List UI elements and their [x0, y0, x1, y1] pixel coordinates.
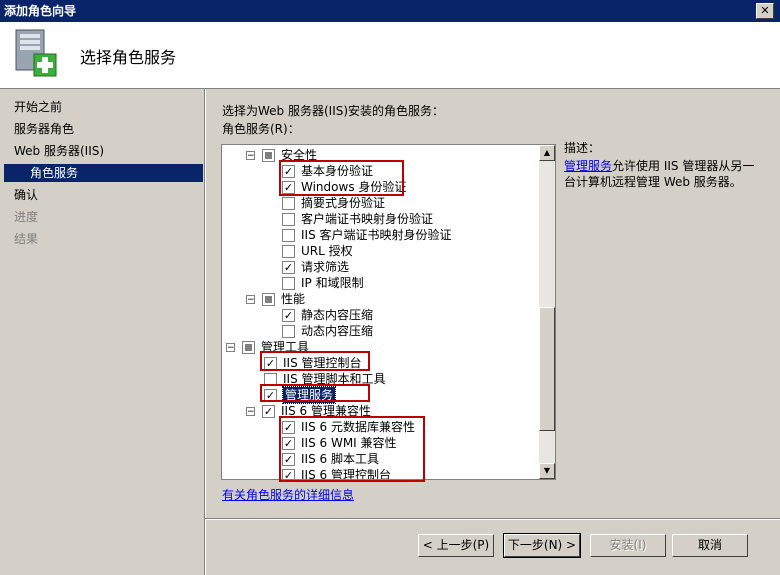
tree-scrollbar[interactable]: ▲ ▼ — [539, 145, 555, 479]
tree-row[interactable]: 动态内容压缩 — [222, 323, 540, 339]
description-label: 描述： — [564, 141, 601, 155]
tree-row-label: 性能 — [281, 292, 306, 306]
checkbox[interactable]: ✓ — [262, 405, 275, 418]
step-role-services[interactable]: 角色服务 — [4, 164, 203, 182]
checkbox[interactable] — [262, 293, 275, 306]
tree-row-label: 摘要式身份验证 — [301, 196, 386, 210]
scroll-down-icon[interactable]: ▼ — [539, 463, 555, 479]
checkbox[interactable] — [282, 277, 295, 290]
checkbox[interactable] — [282, 213, 295, 226]
collapse-icon[interactable]: − — [246, 295, 255, 305]
tree-row-label: 请求筛选 — [301, 260, 350, 274]
wizard-steps-sidebar — [0, 89, 204, 575]
highlight-iis6-box — [279, 416, 425, 482]
role-services-label: 角色服务(R)： — [222, 122, 300, 136]
page-title: 选择角色服务 — [80, 48, 177, 67]
server-add-icon — [15, 29, 57, 77]
wizard-header: 选择角色服务 — [0, 22, 780, 89]
tree-row-label: 客户端证书映射身份验证 — [301, 212, 434, 226]
highlight-auth-box — [279, 160, 404, 196]
tree-row-label: 动态内容压缩 — [301, 324, 374, 338]
role-services-info-link[interactable]: 有关角色服务的详细信息 — [222, 486, 354, 503]
step-results: 结果 — [14, 232, 39, 246]
collapse-icon[interactable]: − — [226, 343, 235, 353]
scroll-up-icon[interactable]: ▲ — [539, 145, 555, 161]
tree-row[interactable]: ✓ 请求筛选 — [222, 259, 540, 275]
tree-row-label: IP 和域限制 — [301, 276, 364, 290]
cancel-button[interactable]: 取消 — [672, 534, 748, 557]
install-button: 安装(I) — [590, 534, 666, 557]
next-button[interactable]: 下一步(N) > — [503, 533, 581, 558]
tree-row[interactable]: IP 和域限制 — [222, 275, 540, 291]
checkbox[interactable]: ✓ — [282, 261, 295, 274]
checkbox[interactable] — [282, 245, 295, 258]
collapse-icon[interactable]: − — [246, 407, 255, 417]
description-panel: 描述： 管理服务允许使用 IIS 管理器从另一台计算机远程管理 Web 服务器。 — [564, 140, 764, 190]
close-button[interactable]: ✕ — [756, 3, 774, 19]
checkbox[interactable] — [242, 341, 255, 354]
checkbox[interactable] — [282, 229, 295, 242]
checkbox[interactable] — [282, 197, 295, 210]
highlight-mgmt-service-box — [260, 384, 370, 402]
tree-row[interactable]: IIS 客户端证书映射身份验证 — [222, 227, 540, 243]
tree-row[interactable]: − 性能 — [222, 291, 540, 307]
tree-row[interactable]: ✓ 静态内容压缩 — [222, 307, 540, 323]
window-title: 添加角色向导 — [4, 4, 77, 18]
window-title-bar[interactable]: 添加角色向导 ✕ — [0, 0, 780, 22]
step-before-you-begin[interactable]: 开始之前 — [14, 98, 62, 116]
scroll-thumb[interactable] — [539, 307, 555, 431]
step-web-server-iis[interactable]: Web 服务器(IIS) — [14, 142, 104, 160]
tree-row-label: URL 授权 — [301, 244, 353, 258]
checkbox[interactable] — [282, 325, 295, 338]
sidebar-divider — [204, 89, 206, 575]
tree-row[interactable]: URL 授权 — [222, 243, 540, 259]
tree-row-label: IIS 客户端证书映射身份验证 — [301, 228, 452, 242]
highlight-iis-console-box — [260, 351, 370, 371]
step-confirmation[interactable]: 确认 — [14, 186, 38, 204]
step-progress: 进度 — [14, 210, 39, 224]
description-link[interactable]: 管理服务 — [564, 159, 612, 173]
step-server-roles[interactable]: 服务器角色 — [14, 120, 74, 138]
checkbox[interactable] — [262, 149, 275, 162]
instruction-text: 选择为Web 服务器(IIS)安装的角色服务： — [222, 104, 445, 118]
collapse-icon[interactable]: − — [246, 151, 255, 161]
footer-separator — [205, 518, 780, 520]
tree-row[interactable]: 摘要式身份验证 — [222, 195, 540, 211]
tree-row[interactable]: 客户端证书映射身份验证 — [222, 211, 540, 227]
tree-row-label: 静态内容压缩 — [301, 308, 374, 322]
back-button[interactable]: < 上一步(P) — [418, 534, 494, 557]
checkbox[interactable]: ✓ — [282, 309, 295, 322]
